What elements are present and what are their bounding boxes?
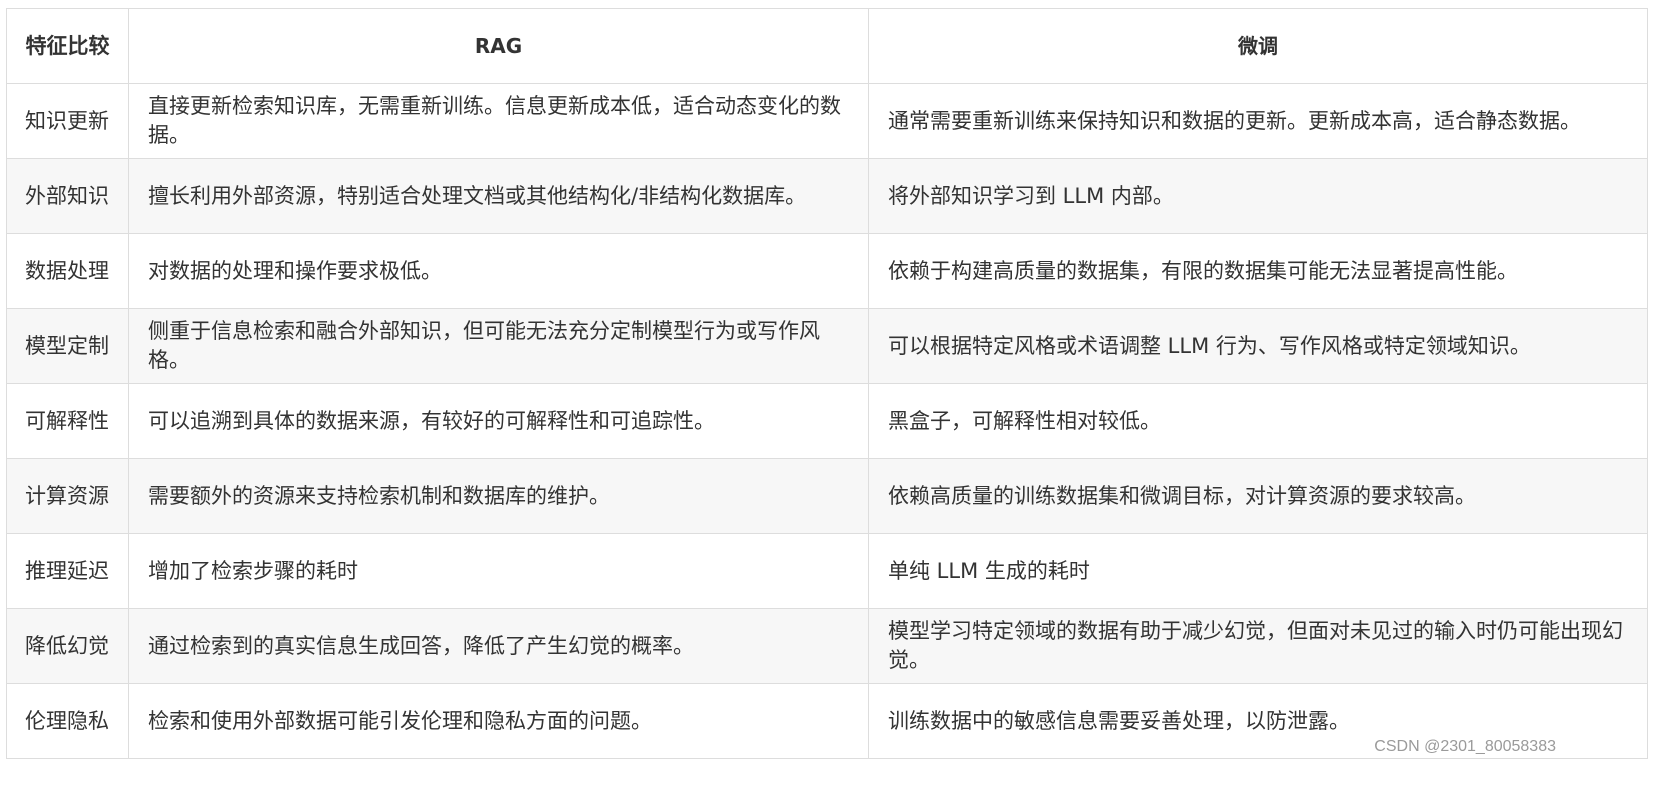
feature-cell: 外部知识 — [6, 158, 129, 234]
finetune-cell: 黑盒子，可解释性相对较低。 — [868, 383, 1648, 459]
table-body: 知识更新 直接更新检索知识库，无需重新训练。信息更新成本低，适合动态变化的数据。… — [6, 83, 1648, 759]
rag-cell: 直接更新检索知识库，无需重新训练。信息更新成本低，适合动态变化的数据。 — [128, 83, 869, 159]
feature-cell: 伦理隐私 — [6, 683, 129, 759]
header-rag: RAG — [128, 8, 869, 84]
table-header: 特征比较 RAG 微调 — [6, 8, 1648, 84]
header-row: 特征比较 RAG 微调 — [6, 8, 1648, 84]
finetune-cell: 依赖高质量的训练数据集和微调目标，对计算资源的要求较高。 — [868, 458, 1648, 534]
rag-cell: 检索和使用外部数据可能引发伦理和隐私方面的问题。 — [128, 683, 869, 759]
table-row: 数据处理 对数据的处理和操作要求极低。 依赖于构建高质量的数据集，有限的数据集可… — [6, 233, 1648, 309]
table-row: 推理延迟 增加了检索步骤的耗时 单纯 LLM 生成的耗时 — [6, 533, 1648, 609]
header-finetune: 微调 — [868, 8, 1648, 84]
comparison-table: 特征比较 RAG 微调 知识更新 直接更新检索知识库，无需重新训练。信息更新成本… — [6, 8, 1648, 759]
table-row: 知识更新 直接更新检索知识库，无需重新训练。信息更新成本低，适合动态变化的数据。… — [6, 83, 1648, 159]
table-row: 可解释性 可以追溯到具体的数据来源，有较好的可解释性和可追踪性。 黑盒子，可解释… — [6, 383, 1648, 459]
rag-cell: 增加了检索步骤的耗时 — [128, 533, 869, 609]
table-row: 降低幻觉 通过检索到的真实信息生成回答，降低了产生幻觉的概率。 模型学习特定领域… — [6, 608, 1648, 684]
finetune-cell: 模型学习特定领域的数据有助于减少幻觉，但面对未见过的输入时仍可能出现幻觉。 — [868, 608, 1648, 684]
finetune-cell: 可以根据特定风格或术语调整 LLM 行为、写作风格或特定领域知识。 — [868, 308, 1648, 384]
watermark: CSDN @2301_80058383 — [1374, 738, 1556, 755]
table-row: 外部知识 擅长利用外部资源，特别适合处理文档或其他结构化/非结构化数据库。 将外… — [6, 158, 1648, 234]
feature-cell: 模型定制 — [6, 308, 129, 384]
finetune-cell: 通常需要重新训练来保持知识和数据的更新。更新成本高，适合静态数据。 — [868, 83, 1648, 159]
rag-cell: 侧重于信息检索和融合外部知识，但可能无法充分定制模型行为或写作风格。 — [128, 308, 869, 384]
feature-cell: 可解释性 — [6, 383, 129, 459]
rag-cell: 可以追溯到具体的数据来源，有较好的可解释性和可追踪性。 — [128, 383, 869, 459]
feature-cell: 降低幻觉 — [6, 608, 129, 684]
feature-cell: 数据处理 — [6, 233, 129, 309]
feature-cell: 知识更新 — [6, 83, 129, 159]
header-feature: 特征比较 — [6, 8, 129, 84]
rag-cell: 通过检索到的真实信息生成回答，降低了产生幻觉的概率。 — [128, 608, 869, 684]
feature-cell: 推理延迟 — [6, 533, 129, 609]
rag-cell: 擅长利用外部资源，特别适合处理文档或其他结构化/非结构化数据库。 — [128, 158, 869, 234]
table-row: 模型定制 侧重于信息检索和融合外部知识，但可能无法充分定制模型行为或写作风格。 … — [6, 308, 1648, 384]
finetune-cell: 单纯 LLM 生成的耗时 — [868, 533, 1648, 609]
feature-cell: 计算资源 — [6, 458, 129, 534]
finetune-cell: 依赖于构建高质量的数据集，有限的数据集可能无法显著提高性能。 — [868, 233, 1648, 309]
rag-cell: 需要额外的资源来支持检索机制和数据库的维护。 — [128, 458, 869, 534]
finetune-cell: 将外部知识学习到 LLM 内部。 — [868, 158, 1648, 234]
rag-cell: 对数据的处理和操作要求极低。 — [128, 233, 869, 309]
table-row: 计算资源 需要额外的资源来支持检索机制和数据库的维护。 依赖高质量的训练数据集和… — [6, 458, 1648, 534]
